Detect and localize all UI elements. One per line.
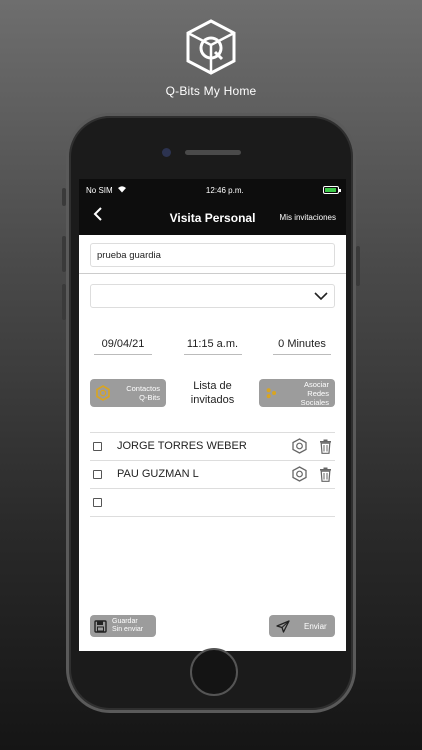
divider [79, 273, 346, 274]
save-disk-icon [94, 619, 107, 633]
chevron-left-icon [93, 207, 102, 221]
volume-down-button [62, 284, 66, 320]
guest-checkbox[interactable] [93, 497, 102, 507]
visit-name-input[interactable]: prueba guardia [90, 243, 335, 267]
trash-icon[interactable] [319, 439, 332, 454]
front-camera [162, 148, 171, 157]
qbits-cube-icon[interactable] [292, 438, 307, 454]
time-field[interactable]: 11:15 a.m. [183, 338, 242, 355]
lista-label-line1: Lista de [193, 380, 232, 392]
guest-row-empty [90, 489, 335, 517]
guest-list: JORGE TORRES WEBER PAU GUZMAN L [90, 431, 335, 517]
footer-actions: Guardar Sin enviar Enviar [90, 615, 335, 637]
duration-field[interactable]: 0 Minutes [273, 338, 331, 355]
contactos-label-line2: Q-Bits [139, 393, 160, 403]
qbits-cube-icon [96, 385, 110, 402]
mis-invitaciones-link[interactable]: Mis invitaciones [280, 213, 336, 222]
contactos-label-line1: Contactos [126, 384, 160, 394]
qbits-logo-icon [184, 18, 238, 76]
carrier-label: No SIM [86, 185, 113, 195]
guest-list-heading: Lista de invitados [191, 379, 234, 408]
phone-frame: No SIM 12:46 p.m. Visita Personal Mis in… [62, 113, 360, 713]
guest-name: PAU GUZMAN L [117, 468, 199, 481]
action-row: Contactos Q-Bits Lista de invitados Asoc… [90, 379, 335, 408]
brand-name: Q-Bits My Home [165, 84, 257, 98]
visit-type-select[interactable] [90, 284, 335, 308]
status-bar: No SIM 12:46 p.m. [79, 179, 346, 201]
app-screen: No SIM 12:46 p.m. Visita Personal Mis in… [79, 179, 346, 651]
guest-name: JORGE TORRES WEBER [117, 440, 247, 453]
brand-header: Q-Bits My Home [0, 18, 422, 98]
send-icon [276, 619, 290, 633]
send-button[interactable]: Enviar [269, 615, 335, 637]
clock: 12:46 p.m. [205, 185, 244, 195]
earpiece-speaker [185, 150, 241, 155]
volume-up-button [62, 236, 66, 272]
lista-label-line2: invitados [190, 394, 235, 407]
page-title: Visita Personal [169, 211, 256, 225]
trash-icon[interactable] [319, 467, 332, 482]
chevron-down-icon [314, 291, 328, 300]
battery-level [324, 188, 336, 192]
asociar-label-line2: Redes Sociales [300, 388, 329, 407]
send-label: Enviar [304, 621, 327, 631]
asociar-redes-button[interactable]: Asociar Redes Sociales [258, 379, 335, 408]
social-network-icon [266, 388, 277, 399]
back-button[interactable] [93, 206, 103, 227]
save-label-line1: Guardar [112, 618, 138, 626]
mute-switch [62, 188, 66, 206]
qbits-cube-icon[interactable] [292, 466, 307, 482]
contactos-qbits-button[interactable]: Contactos Q-Bits [90, 379, 166, 408]
guest-checkbox[interactable] [93, 441, 102, 451]
power-button [356, 246, 360, 286]
navigation-bar: Visita Personal Mis invitaciones [79, 201, 346, 235]
save-draft-button[interactable]: Guardar Sin enviar [90, 615, 156, 637]
home-button[interactable] [190, 648, 238, 696]
guest-row: PAU GUZMAN L [90, 461, 335, 489]
asociar-label-line1: Asociar [303, 379, 329, 389]
form-content: prueba guardia 09/04/21 11:15 a.m. 0 Min… [79, 235, 346, 651]
guest-checkbox[interactable] [93, 469, 102, 479]
date-field[interactable]: 09/04/21 [94, 338, 152, 355]
battery-icon [322, 186, 341, 194]
wifi-icon [117, 185, 127, 195]
save-label-line2: Sin enviar [112, 626, 144, 633]
datetime-row: 09/04/21 11:15 a.m. 0 Minutes [90, 338, 335, 355]
guest-row: JORGE TORRES WEBER [90, 433, 335, 461]
